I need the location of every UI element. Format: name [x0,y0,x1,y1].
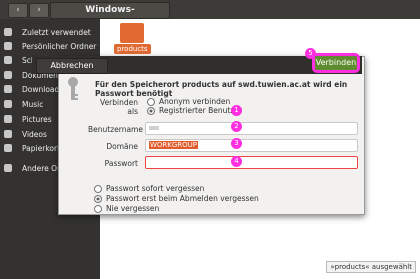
username-label: Benutzername [88,125,143,134]
radio-registered-label: Registrierter Benutzer [159,106,242,115]
radio-anonymous-button[interactable] [147,97,155,106]
forward-button[interactable]: › [29,3,49,18]
trash-icon [4,144,12,152]
radio-forget-now-button[interactable] [94,184,102,193]
plus-icon [4,164,12,172]
back-button[interactable]: ‹ [8,3,28,18]
password-field[interactable] [145,156,358,169]
radio-forget-logout[interactable]: Passwort erst beim Abmelden vergessen [94,194,259,203]
path-bar-button[interactable]: Windows-Speic...d.tuwien.ac.at [50,2,170,30]
radio-anonymous-label: Anonym verbinden [159,97,231,106]
home-icon [4,42,12,50]
domain-field[interactable]: WORKGROUP [145,139,358,152]
password-label: Passwort [104,159,138,168]
nav-buttons: ‹ › [8,3,49,18]
top-toolbar: ‹ › Windows-Speic...d.tuwien.ac.at [0,0,420,30]
desktop-icon [4,56,12,64]
videos-icon [4,130,12,138]
radio-registered-button[interactable] [147,106,155,115]
sidebar-item-label: Papierkorb [22,143,62,153]
sidebar-item-label: Zuletzt verwendet [22,27,91,37]
radio-registered[interactable]: Registrierter Benutzer [147,106,242,115]
dialog-message: Für den Speicherort products auf swd.tuw… [95,80,348,98]
radio-never-forget[interactable]: Nie vergessen [94,204,159,213]
radio-anonymous[interactable]: Anonym verbinden [147,97,230,106]
folder-label[interactable]: products [114,44,151,54]
annotation-marker-5: 5 [305,48,316,59]
connect-as-label: Verbinden als [100,98,138,116]
clock-icon [4,28,12,36]
radio-forget-logout-label: Passwort erst beim Abmelden vergessen [106,194,259,203]
sidebar-item-recent[interactable]: Zuletzt verwendet [0,25,100,39]
redacted-text [149,126,159,130]
sidebar-item-label: Persönlicher Ordner [22,41,97,51]
folder-icon[interactable] [120,23,144,43]
username-field[interactable] [145,122,358,135]
sidebar-item-label: Pictures [22,114,52,124]
sidebar-item-label: Music [22,99,44,109]
domain-value: WORKGROUP [149,141,199,149]
radio-forget-logout-button[interactable] [94,194,102,203]
documents-icon [4,71,12,79]
downloads-icon [4,85,12,93]
keys-icon [68,77,78,100]
annotation-marker-1: 1 [231,105,242,116]
music-icon [4,100,12,108]
domain-label: Domäne [106,142,138,151]
cancel-button[interactable]: Abbrechen [36,58,108,74]
annotation-marker-3: 3 [231,138,242,149]
connect-button[interactable]: Verbinden [312,53,360,73]
radio-forget-now-label: Passwort sofort vergessen [106,184,205,193]
sidebar-item-label: Videos [22,129,47,139]
annotation-marker-4: 4 [231,156,242,167]
annotation-marker-2: 2 [231,121,242,132]
radio-never-forget-button[interactable] [94,204,102,213]
status-text: »products« ausgewählt [326,261,416,273]
radio-never-forget-label: Nie vergessen [106,204,160,213]
sidebar-item-home[interactable]: Persönlicher Ordner [0,39,100,53]
radio-forget-now[interactable]: Passwort sofort vergessen [94,184,204,193]
pictures-icon [4,115,12,123]
